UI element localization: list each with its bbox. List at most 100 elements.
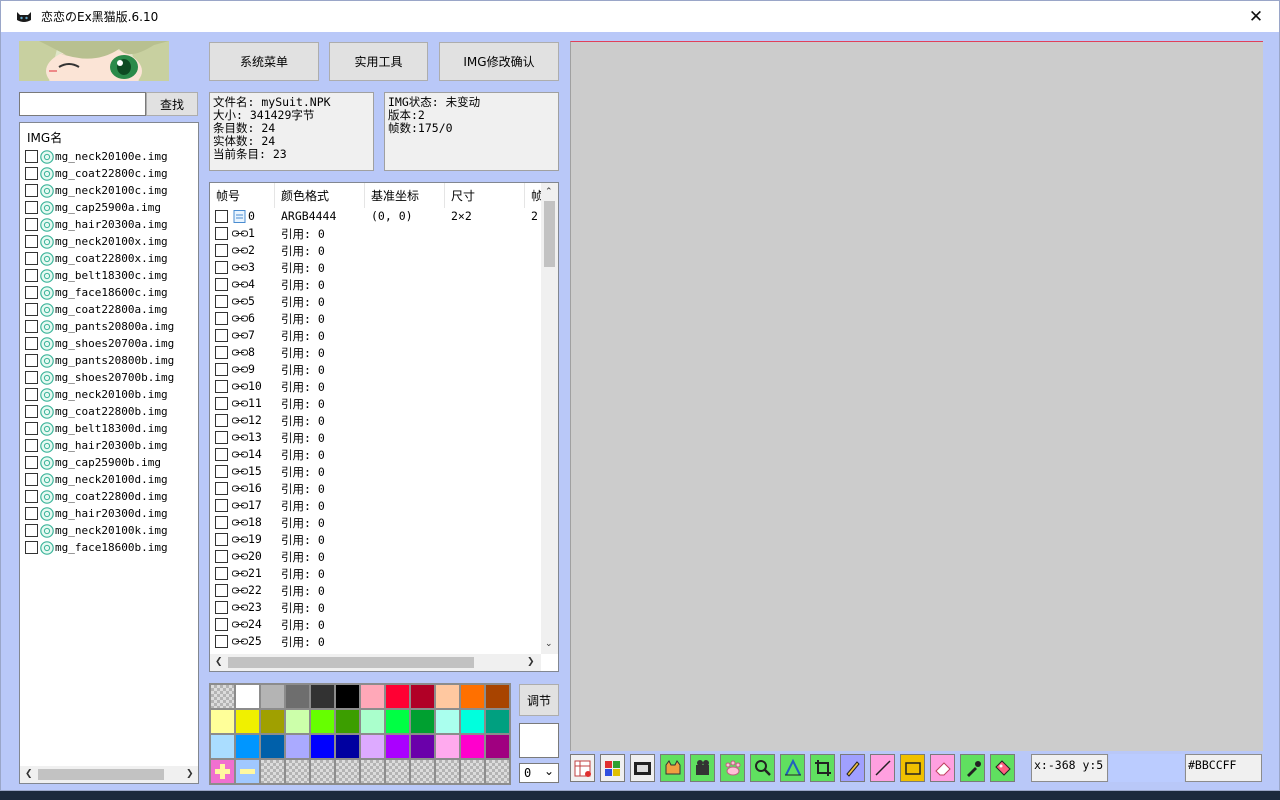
transparent-swatch[interactable] bbox=[285, 759, 310, 784]
frame-checkbox[interactable] bbox=[215, 414, 228, 427]
frame-row[interactable]: 2 引用: 0 bbox=[214, 242, 539, 259]
frame-row[interactable]: 23 引用: 0 bbox=[214, 599, 539, 616]
img-checkbox[interactable] bbox=[25, 354, 38, 367]
color-swatch[interactable] bbox=[260, 684, 285, 709]
color-swatch[interactable] bbox=[385, 734, 410, 759]
img-list-item[interactable]: mg_neck20100e.img bbox=[25, 148, 168, 165]
img-checkbox[interactable] bbox=[25, 337, 38, 350]
color-swatch[interactable] bbox=[360, 734, 385, 759]
img-list-item[interactable]: mg_hair20300b.img bbox=[25, 437, 168, 454]
img-list-item[interactable]: mg_neck20100x.img bbox=[25, 233, 168, 250]
adjust-button[interactable]: 调节 bbox=[519, 684, 559, 716]
vscroll-thumb[interactable] bbox=[544, 201, 555, 267]
color-swatch[interactable] bbox=[410, 709, 435, 734]
align-icon[interactable] bbox=[780, 754, 805, 782]
projector-icon[interactable] bbox=[690, 754, 715, 782]
img-list-item[interactable]: mg_shoes20700a.img bbox=[25, 335, 174, 352]
frame-row[interactable]: 22 引用: 0 bbox=[214, 582, 539, 599]
frame-row[interactable]: 24 引用: 0 bbox=[214, 616, 539, 633]
img-checkbox[interactable] bbox=[25, 473, 38, 486]
frame-row[interactable]: 16 引用: 0 bbox=[214, 480, 539, 497]
frame-checkbox[interactable] bbox=[215, 482, 228, 495]
frame-checkbox[interactable] bbox=[215, 601, 228, 614]
frame-row[interactable]: 12 引用: 0 bbox=[214, 412, 539, 429]
color-swatch[interactable] bbox=[310, 734, 335, 759]
img-checkbox[interactable] bbox=[25, 201, 38, 214]
frame-row[interactable]: 25 引用: 0 bbox=[214, 633, 539, 650]
frame-checkbox[interactable] bbox=[215, 295, 228, 308]
color-swatch[interactable] bbox=[360, 684, 385, 709]
img-list-item[interactable]: mg_shoes20700b.img bbox=[25, 369, 174, 386]
transparent-swatch[interactable] bbox=[410, 759, 435, 784]
frame-row[interactable]: 0 ARGB4444 (0, 0) 2×2 2 bbox=[214, 208, 539, 225]
img-checkbox[interactable] bbox=[25, 286, 38, 299]
col-base-coord[interactable]: 基准坐标 bbox=[365, 183, 445, 208]
crop-icon[interactable] bbox=[810, 754, 835, 782]
transparent-swatch[interactable] bbox=[460, 759, 485, 784]
color-swatch[interactable] bbox=[210, 709, 235, 734]
frame-row[interactable]: 4 引用: 0 bbox=[214, 276, 539, 293]
frame-checkbox[interactable] bbox=[215, 516, 228, 529]
img-checkbox[interactable] bbox=[25, 150, 38, 163]
frame-row[interactable]: 1 引用: 0 bbox=[214, 225, 539, 242]
color-swatch[interactable] bbox=[410, 734, 435, 759]
color-swatch[interactable] bbox=[335, 734, 360, 759]
frame-checkbox[interactable] bbox=[215, 499, 228, 512]
img-list-item[interactable]: mg_cap25900a.img bbox=[25, 199, 161, 216]
img-list-item[interactable]: mg_coat22800x.img bbox=[25, 250, 168, 267]
img-checkbox[interactable] bbox=[25, 490, 38, 503]
color-swatch[interactable] bbox=[260, 709, 285, 734]
hscroll-thumb[interactable] bbox=[228, 657, 474, 668]
color-swatch[interactable] bbox=[385, 709, 410, 734]
remove-color-icon[interactable] bbox=[235, 759, 260, 784]
img-list-item[interactable]: mg_face18600b.img bbox=[25, 539, 168, 556]
transparent-swatch[interactable] bbox=[385, 759, 410, 784]
frame-row[interactable]: 18 引用: 0 bbox=[214, 514, 539, 531]
img-checkbox[interactable] bbox=[25, 524, 38, 537]
color-swatch[interactable] bbox=[285, 734, 310, 759]
tag-icon[interactable] bbox=[990, 754, 1015, 782]
img-list-item[interactable]: mg_neck20100d.img bbox=[25, 471, 168, 488]
frame-checkbox[interactable] bbox=[215, 363, 228, 376]
frame-checkbox[interactable] bbox=[215, 380, 228, 393]
img-list-item[interactable]: mg_neck20100b.img bbox=[25, 386, 168, 403]
frame-row[interactable]: 5 引用: 0 bbox=[214, 293, 539, 310]
frame-row[interactable]: 11 引用: 0 bbox=[214, 395, 539, 412]
col-color-format[interactable]: 颜色格式 bbox=[275, 183, 365, 208]
img-confirm-button[interactable]: IMG修改确认 bbox=[439, 42, 559, 81]
img-checkbox[interactable] bbox=[25, 541, 38, 554]
color-swatch[interactable] bbox=[435, 734, 460, 759]
img-list-item[interactable]: mg_belt18300c.img bbox=[25, 267, 168, 284]
img-list-item[interactable]: mg_coat22800b.img bbox=[25, 403, 168, 420]
transparent-swatch[interactable] bbox=[310, 759, 335, 784]
frame-row[interactable]: 19 引用: 0 bbox=[214, 531, 539, 548]
color-swatch[interactable] bbox=[435, 684, 460, 709]
eyedropper-icon[interactable] bbox=[960, 754, 985, 782]
frame-checkbox[interactable] bbox=[215, 329, 228, 342]
img-list-item[interactable]: mg_belt18300d.img bbox=[25, 420, 168, 437]
img-checkbox[interactable] bbox=[25, 405, 38, 418]
color-swatch[interactable] bbox=[260, 734, 285, 759]
hscroll-thumb[interactable] bbox=[38, 769, 164, 780]
img-checkbox[interactable] bbox=[25, 371, 38, 384]
color-swatch[interactable] bbox=[335, 684, 360, 709]
close-button[interactable]: ✕ bbox=[1233, 1, 1279, 32]
layer-select[interactable]: 0 ⌄ bbox=[519, 763, 559, 783]
transparent-swatch[interactable] bbox=[260, 759, 285, 784]
color-swatch[interactable] bbox=[410, 684, 435, 709]
img-checkbox[interactable] bbox=[25, 184, 38, 197]
frame-checkbox[interactable] bbox=[215, 584, 228, 597]
col-size[interactable]: 尺寸 bbox=[445, 183, 525, 208]
img-list[interactable]: IMG名 mg_neck20100e.img mg_coat22800c.img m… bbox=[19, 122, 199, 784]
color-swatch[interactable] bbox=[485, 684, 510, 709]
frame-checkbox[interactable] bbox=[215, 397, 228, 410]
scroll-up-icon[interactable]: ⌃ bbox=[545, 187, 553, 197]
img-list-item[interactable]: mg_hair20300a.img bbox=[25, 216, 168, 233]
zoom-icon[interactable] bbox=[750, 754, 775, 782]
frame-checkbox[interactable] bbox=[215, 567, 228, 580]
frame-list-vscrollbar[interactable]: ⌃ ⌄ bbox=[541, 183, 558, 654]
pencil-icon[interactable] bbox=[840, 754, 865, 782]
img-checkbox[interactable] bbox=[25, 303, 38, 316]
frame-row[interactable]: 14 引用: 0 bbox=[214, 446, 539, 463]
frame-row[interactable]: 15 引用: 0 bbox=[214, 463, 539, 480]
